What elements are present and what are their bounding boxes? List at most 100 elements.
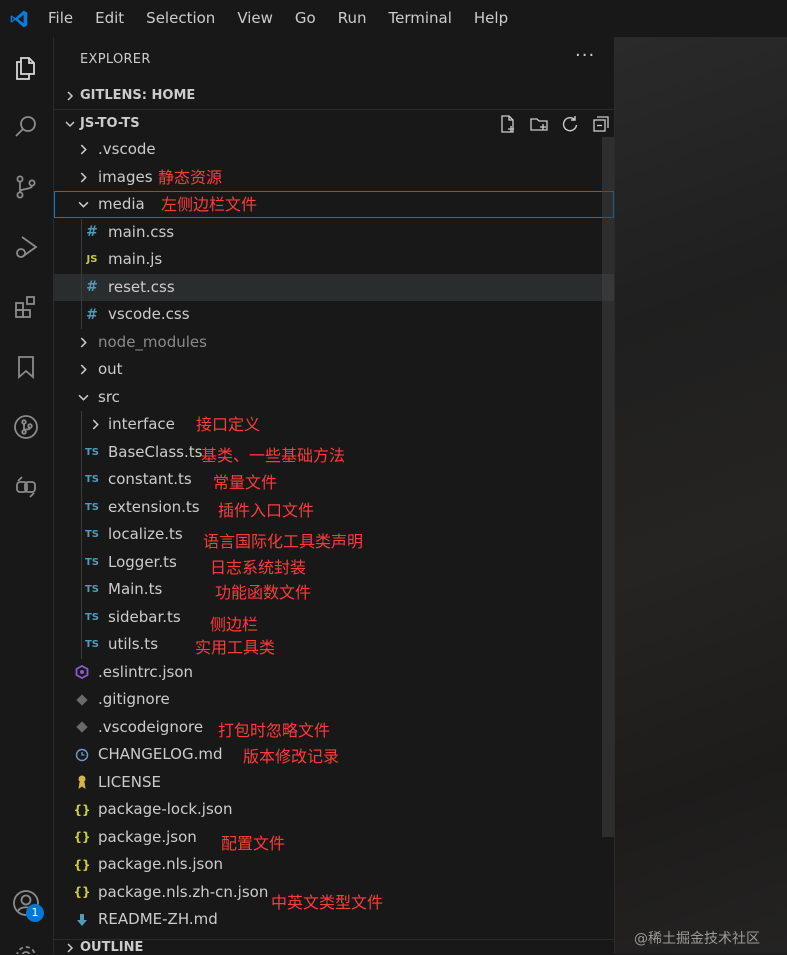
ts-file-icon: TS — [84, 556, 100, 568]
collapse-all-icon[interactable] — [590, 113, 612, 135]
tree-item[interactable]: {} package.json 配置文件 — [54, 824, 614, 853]
tree-item-label: media — [98, 195, 145, 213]
tree-item-label: Logger.ts — [108, 552, 177, 571]
explorer-icon[interactable] — [8, 50, 44, 86]
new-file-icon[interactable] — [497, 113, 519, 135]
accounts-badge: 1 — [26, 904, 44, 922]
tree-item[interactable]: TS BaseClass.ts 基类、一些基础方法 — [54, 439, 614, 466]
css-file-icon: # — [86, 279, 98, 295]
indent-guide — [81, 218, 82, 329]
menu-run[interactable]: Run — [327, 0, 378, 37]
editor-area — [615, 37, 787, 954]
tree-item-label: utils.ts — [108, 635, 159, 653]
section-outline[interactable]: OUTLINE — [54, 939, 614, 955]
tree-item-label: constant.ts — [108, 470, 192, 488]
tree-item-label: package.nls.zh-cn.json — [98, 882, 269, 901]
source-control-icon[interactable] — [8, 169, 44, 205]
tree-item[interactable]: # main.css — [54, 219, 614, 246]
watermark: @稀土掘金技术社区 — [634, 931, 760, 947]
tree-item[interactable]: TS constant.ts 常量文件 — [54, 466, 614, 493]
refresh-icon[interactable] — [559, 113, 581, 135]
menu-terminal[interactable]: Terminal — [378, 0, 463, 37]
tree-item[interactable]: TS sidebar.ts 侧边栏 — [54, 604, 614, 634]
search-icon[interactable] — [8, 109, 44, 145]
new-folder-icon[interactable] — [528, 113, 550, 135]
tree-item[interactable]: images 静态资源 — [54, 164, 614, 191]
menu-help[interactable]: Help — [463, 0, 519, 37]
tree-item[interactable]: .vscode — [54, 136, 614, 163]
chevron-down-icon — [76, 191, 90, 218]
tree-item[interactable]: TS Main.ts 功能函数文件 — [54, 576, 614, 603]
chevron-right-icon — [62, 82, 78, 109]
git-file-icon — [74, 714, 90, 741]
tree-item[interactable]: src — [54, 384, 614, 411]
chevron-right-icon — [76, 329, 90, 356]
run-debug-icon[interactable] — [8, 229, 44, 265]
json-file-icon: {} — [73, 802, 91, 817]
annotation-note: 版本修改记录 — [243, 747, 340, 766]
tree-item-label: package.nls.json — [98, 855, 224, 873]
section-label: OUTLINE — [80, 940, 144, 955]
tree-item[interactable]: {} package.nls.zh-cn.json 中英文类型文件 — [54, 879, 614, 912]
extensions-icon[interactable] — [8, 289, 44, 325]
annotation-note: 打包时忽略文件 — [218, 720, 331, 740]
menu-file[interactable]: File — [36, 0, 84, 37]
tree-item[interactable]: LICENSE — [54, 769, 614, 796]
section-gitlens-home[interactable]: GITLENS: HOME — [54, 82, 614, 109]
section-project[interactable]: JS-TO-TS — [54, 109, 614, 137]
chevron-down-icon — [62, 110, 78, 137]
json-file-icon: {} — [73, 857, 91, 872]
bookmarks-icon[interactable] — [8, 349, 44, 385]
tree-item[interactable]: media 左侧边栏文件 — [54, 191, 614, 218]
tree-item[interactable]: {} package.nls.json — [54, 851, 614, 878]
tree-item-label: out — [98, 360, 123, 378]
tree-item[interactable]: TS Logger.ts 日志系统封装 — [54, 549, 614, 577]
tree-item[interactable]: # vscode.css — [54, 301, 614, 328]
tree-item-label: main.js — [108, 250, 163, 268]
tree-item[interactable]: TS utils.ts 实用工具类 — [54, 631, 614, 658]
tree-item[interactable]: .vscodeignore 打包时忽略文件 — [54, 714, 614, 741]
gitlens-icon[interactable] — [8, 409, 44, 445]
vscode-logo-icon — [2, 0, 36, 37]
tree-item[interactable]: interface 接口定义 — [54, 411, 614, 438]
tree-item-label: LICENSE — [98, 772, 161, 791]
tree-item-label: .eslintrc.json — [98, 662, 194, 681]
tree-item-label: Main.ts — [108, 580, 163, 598]
activity-bar: 1 — [0, 37, 54, 954]
tree-item[interactable]: # reset.css — [54, 273, 614, 301]
json-file-icon: {} — [73, 830, 91, 844]
tree-item[interactable]: TS extension.ts 插件入口文件 — [54, 494, 614, 521]
ts-file-icon: TS — [84, 584, 100, 595]
annotation-note: 常量文件 — [213, 473, 278, 492]
tree-item-label: BaseClass.ts — [108, 442, 203, 461]
tree-item-label: sidebar.ts — [108, 607, 181, 626]
manage-gear-icon[interactable] — [8, 942, 44, 954]
tree-item[interactable]: CHANGELOG.md 版本修改记录 — [54, 741, 614, 768]
tree-item[interactable]: README-ZH.md — [54, 906, 614, 933]
tree-item[interactable]: node_modules — [54, 329, 614, 356]
section-label: JS-TO-TS — [80, 116, 140, 131]
menu-edit[interactable]: Edit — [84, 0, 135, 37]
sidebar-scrollbar[interactable] — [602, 137, 614, 837]
menu-go[interactable]: Go — [284, 0, 327, 37]
tree-item[interactable]: .eslintrc.json — [54, 659, 614, 686]
tree-item[interactable]: .gitignore — [54, 686, 614, 713]
tree-item[interactable]: TS localize.ts 语言国际化工具类声明 — [54, 521, 614, 551]
menu-selection[interactable]: Selection — [135, 0, 226, 37]
tree-item[interactable]: out — [54, 356, 614, 383]
remote-explorer-icon[interactable] — [8, 469, 44, 505]
changelog-clock-icon — [74, 741, 90, 768]
license-icon — [74, 769, 90, 796]
css-file-icon: # — [86, 224, 98, 240]
chevron-right-icon — [76, 356, 90, 383]
css-file-icon: # — [86, 306, 98, 323]
tree-item[interactable]: {} package-lock.json — [54, 796, 614, 823]
chevron-down-icon — [76, 384, 90, 411]
eslint-icon — [74, 659, 90, 686]
tree-item-label: main.css — [108, 222, 175, 241]
ts-file-icon: TS — [84, 474, 100, 485]
tree-item-label: package-lock.json — [98, 800, 233, 818]
tree-item[interactable]: JS main.js — [54, 246, 614, 273]
menu-view[interactable]: View — [226, 0, 284, 37]
more-actions-button[interactable]: ··· — [575, 45, 595, 66]
